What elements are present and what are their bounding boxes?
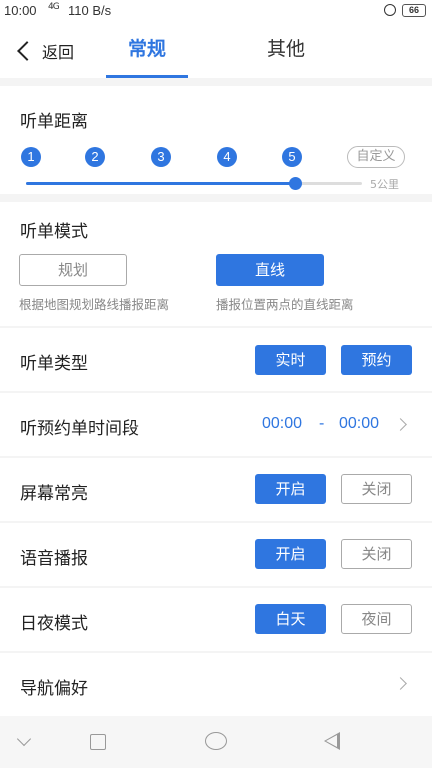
navigation-pref-title: 导航偏好 bbox=[20, 679, 88, 699]
tab-general[interactable]: 常规 bbox=[106, 34, 188, 78]
distance-step-3[interactable]: 3 bbox=[151, 147, 171, 167]
mode-straight-hint: 播报位置两点的直线距离 bbox=[216, 297, 354, 312]
order-type-title: 听单类型 bbox=[20, 354, 88, 374]
voice-off-button[interactable]: 关闭 bbox=[341, 539, 412, 569]
distance-step-1[interactable]: 1 bbox=[21, 147, 41, 167]
nav-home-icon[interactable] bbox=[205, 732, 227, 750]
distance-section bbox=[0, 86, 432, 194]
order-type-realtime-button[interactable]: 实时 bbox=[255, 345, 326, 375]
nav-recent-icon[interactable] bbox=[90, 734, 106, 750]
reserve-start-time[interactable]: 00:00 bbox=[262, 415, 302, 433]
reserve-time-separator: - bbox=[319, 415, 325, 432]
distance-slider[interactable] bbox=[26, 177, 362, 190]
custom-distance-button[interactable]: 自定义 bbox=[347, 146, 405, 168]
screen-off-button[interactable]: 关闭 bbox=[341, 474, 412, 504]
voice-title: 语音播报 bbox=[20, 549, 88, 569]
day-mode-button[interactable]: 白天 bbox=[255, 604, 326, 634]
night-mode-button[interactable]: 夜间 bbox=[341, 604, 412, 634]
reserve-end-time[interactable]: 00:00 bbox=[339, 415, 379, 433]
screen-on-title: 屏幕常亮 bbox=[20, 484, 88, 504]
distance-slider-value: 5公里 bbox=[370, 178, 399, 191]
voice-on-button[interactable]: 开启 bbox=[255, 539, 326, 569]
mode-title: 听单模式 bbox=[20, 222, 88, 242]
distance-step-5[interactable]: 5 bbox=[282, 147, 302, 167]
distance-step-4[interactable]: 4 bbox=[217, 147, 237, 167]
screen-on-button[interactable]: 开启 bbox=[255, 474, 326, 504]
signal-indicator: 4G bbox=[48, 2, 60, 12]
location-icon bbox=[384, 4, 396, 16]
reserve-time-title: 听预约单时间段 bbox=[20, 419, 139, 439]
back-label: 返回 bbox=[42, 43, 75, 62]
status-bar: 10:00 4G 110 B/s 66 bbox=[0, 0, 432, 22]
mode-plan-button[interactable]: 规划 bbox=[19, 254, 127, 286]
back-button[interactable]: 返回 bbox=[14, 36, 74, 66]
chevron-left-icon bbox=[17, 41, 37, 61]
network-speed: 110 B/s bbox=[68, 3, 112, 18]
distance-step-2[interactable]: 2 bbox=[85, 147, 105, 167]
nav-back-icon[interactable] bbox=[16, 731, 32, 747]
mode-plan-hint: 根据地图规划路线播报距离 bbox=[19, 297, 170, 312]
mode-straight-button[interactable]: 直线 bbox=[216, 254, 324, 286]
order-type-reserve-button[interactable]: 预约 bbox=[341, 345, 412, 375]
battery-icon: 66 bbox=[402, 4, 426, 17]
distance-slider-fill bbox=[26, 182, 295, 185]
distance-title: 听单距离 bbox=[20, 112, 88, 132]
header: 返回 常规 其他 bbox=[0, 22, 432, 78]
distance-slider-thumb[interactable] bbox=[288, 177, 302, 190]
daynight-title: 日夜模式 bbox=[20, 614, 88, 634]
nav-triangle-back-icon[interactable] bbox=[324, 732, 340, 750]
system-nav-bar bbox=[0, 716, 432, 768]
tab-other[interactable]: 其他 bbox=[246, 34, 326, 78]
status-time: 10:00 bbox=[4, 3, 37, 18]
